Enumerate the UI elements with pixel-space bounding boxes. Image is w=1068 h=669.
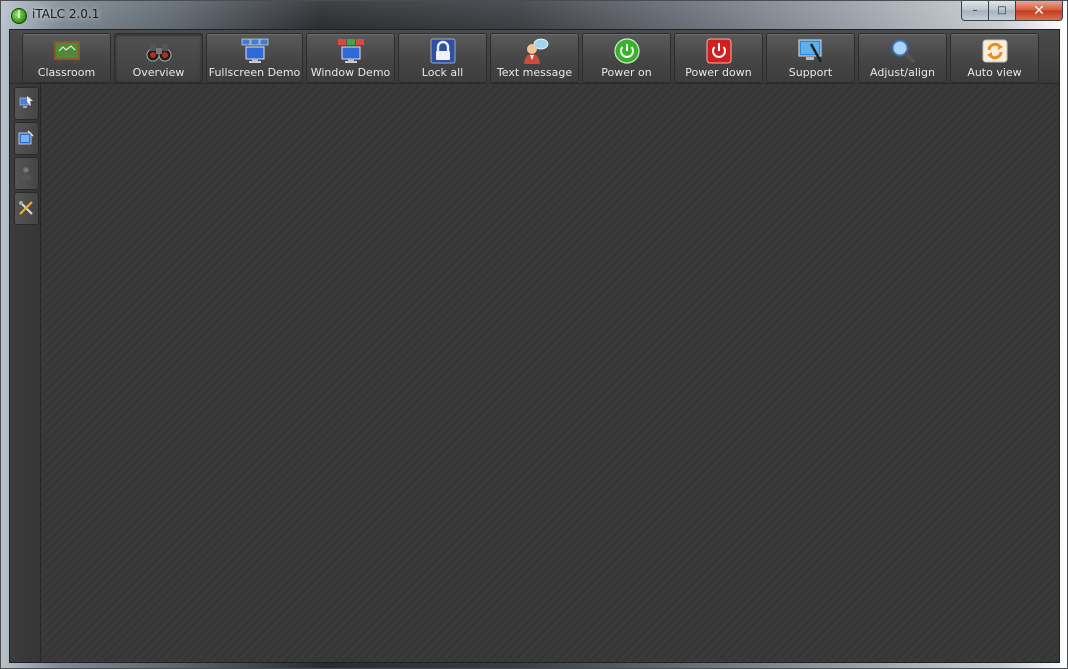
lock-all-label: Lock all — [421, 66, 464, 79]
side-panel-bar — [10, 84, 41, 662]
power-on-icon — [613, 38, 640, 64]
auto-view-icon — [982, 39, 1007, 63]
support-label: Support — [788, 66, 833, 79]
title-bar[interactable]: i iTALC 2.0.1 – □ ✕ — [1, 1, 1067, 29]
power-on-button[interactable]: Power on — [582, 33, 671, 83]
power-down-label: Power down — [685, 66, 752, 79]
window-demo-button[interactable]: Window Demo — [306, 33, 395, 83]
classroom-button[interactable]: Classroom — [22, 33, 111, 83]
computer-overview-area[interactable] — [41, 84, 1059, 662]
fullscreen-demo-icon — [241, 38, 268, 63]
power-down-button[interactable]: Power down — [674, 33, 763, 83]
fullscreen-demo-label: Fullscreen Demo — [208, 66, 301, 79]
support-icon — [798, 39, 822, 63]
window-demo-label: Window Demo — [310, 66, 391, 79]
magnifier-icon — [891, 39, 915, 64]
power-down-icon — [706, 38, 731, 64]
classroom-label: Classroom — [37, 66, 96, 79]
chalkboard-icon — [53, 41, 80, 63]
users-icon — [21, 167, 31, 180]
overview-label: Overview — [132, 66, 185, 79]
binoculars-icon — [146, 44, 171, 62]
text-message-button[interactable]: Text message — [490, 33, 579, 83]
text-message-icon — [523, 38, 548, 64]
sidebar-item-tools[interactable] — [14, 192, 39, 225]
support-button[interactable]: Support — [766, 33, 855, 83]
sidebar-item-snapshots[interactable] — [14, 122, 39, 155]
lock-all-button[interactable]: Lock all — [398, 33, 487, 83]
sidebar-item-computers[interactable] — [14, 87, 39, 120]
window-title: iTALC 2.0.1 — [32, 7, 100, 21]
fullscreen-demo-button[interactable]: Fullscreen Demo — [206, 33, 303, 83]
power-on-label: Power on — [601, 66, 652, 79]
adjust-align-label: Adjust/align — [870, 66, 935, 79]
computers-icon — [19, 96, 33, 108]
lock-icon — [430, 38, 455, 64]
main-toolbar: Classroom Overview Fullscreen Demo Windo… — [10, 30, 1059, 84]
tools-icon — [19, 201, 33, 215]
overview-button[interactable]: Overview — [114, 33, 203, 83]
text-message-label: Text message — [496, 66, 573, 79]
snapshots-icon — [18, 130, 34, 145]
auto-view-button[interactable]: Auto view — [950, 33, 1039, 83]
close-button[interactable]: ✕ — [1016, 1, 1063, 21]
client-area: Classroom Overview Fullscreen Demo Windo… — [9, 29, 1060, 663]
window-controls: – □ ✕ — [961, 1, 1063, 21]
maximize-button[interactable]: □ — [989, 1, 1016, 21]
app-window: i iTALC 2.0.1 – □ ✕ Classroom Overview F… — [0, 0, 1068, 669]
sidebar-item-users[interactable] — [14, 157, 39, 190]
window-demo-icon — [337, 39, 364, 63]
app-icon: i — [11, 8, 27, 24]
adjust-align-button[interactable]: Adjust/align — [858, 33, 947, 83]
minimize-button[interactable]: – — [961, 1, 989, 21]
auto-view-label: Auto view — [967, 66, 1022, 79]
